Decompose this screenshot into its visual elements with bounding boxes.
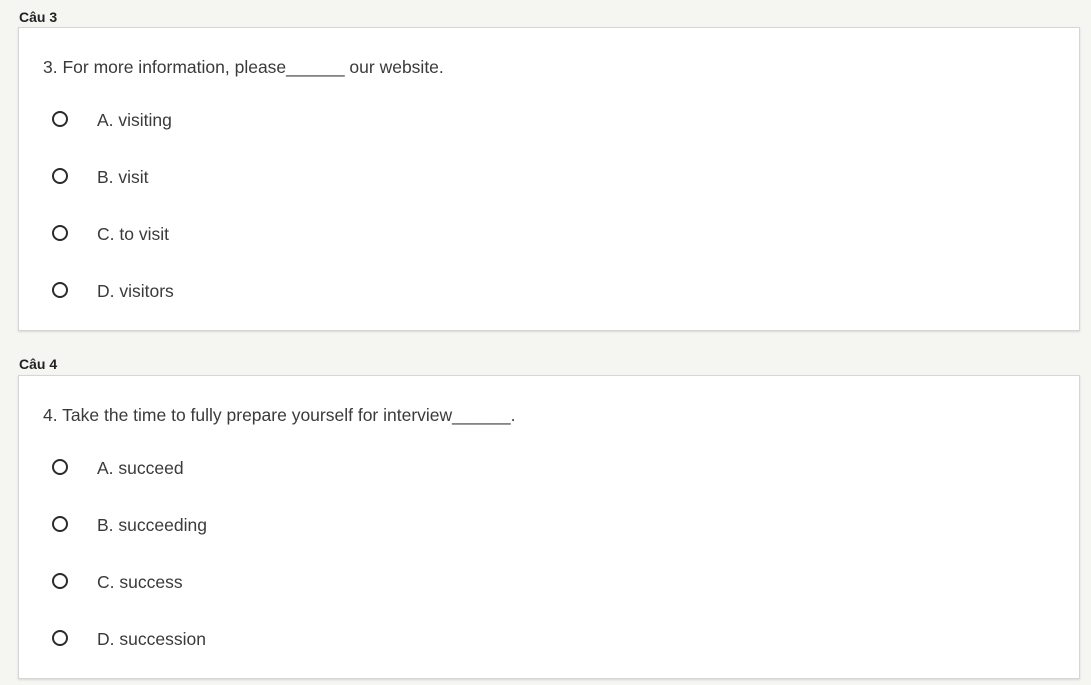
option-c[interactable]: C. to visit	[51, 223, 451, 247]
radio-button-icon[interactable]	[52, 516, 68, 532]
option-label: A. succeed	[97, 458, 184, 478]
radio-button-icon[interactable]	[52, 225, 68, 241]
radio-button-icon[interactable]	[52, 630, 68, 646]
option-label: A. visiting	[97, 110, 172, 130]
option-b[interactable]: B. visit	[51, 166, 451, 190]
option-label: D. visitors	[97, 281, 174, 301]
question-card: 4. Take the time to fully prepare yourse…	[18, 375, 1080, 679]
question-label: Câu 3	[19, 9, 58, 25]
option-label: C. success	[97, 572, 183, 592]
option-label: B. visit	[97, 167, 149, 187]
option-label: B. succeeding	[97, 515, 207, 535]
option-d[interactable]: D. visitors	[51, 280, 451, 304]
option-a[interactable]: A. visiting	[51, 109, 451, 133]
radio-button-icon[interactable]	[52, 459, 68, 475]
radio-button-icon[interactable]	[52, 573, 68, 589]
radio-button-icon[interactable]	[52, 282, 68, 298]
option-label: C. to visit	[97, 224, 169, 244]
radio-button-icon[interactable]	[52, 168, 68, 184]
option-b[interactable]: B. succeeding	[51, 514, 451, 538]
radio-button-icon[interactable]	[52, 111, 68, 127]
option-a[interactable]: A. succeed	[51, 457, 451, 481]
question-card: 3. For more information, please______ ou…	[18, 27, 1080, 331]
question-text: 3. For more information, please______ ou…	[43, 57, 444, 77]
question-text: 4. Take the time to fully prepare yourse…	[43, 405, 516, 425]
option-d[interactable]: D. succession	[51, 628, 451, 652]
option-label: D. succession	[97, 629, 206, 649]
question-label: Câu 4	[19, 356, 58, 372]
option-c[interactable]: C. success	[51, 571, 451, 595]
